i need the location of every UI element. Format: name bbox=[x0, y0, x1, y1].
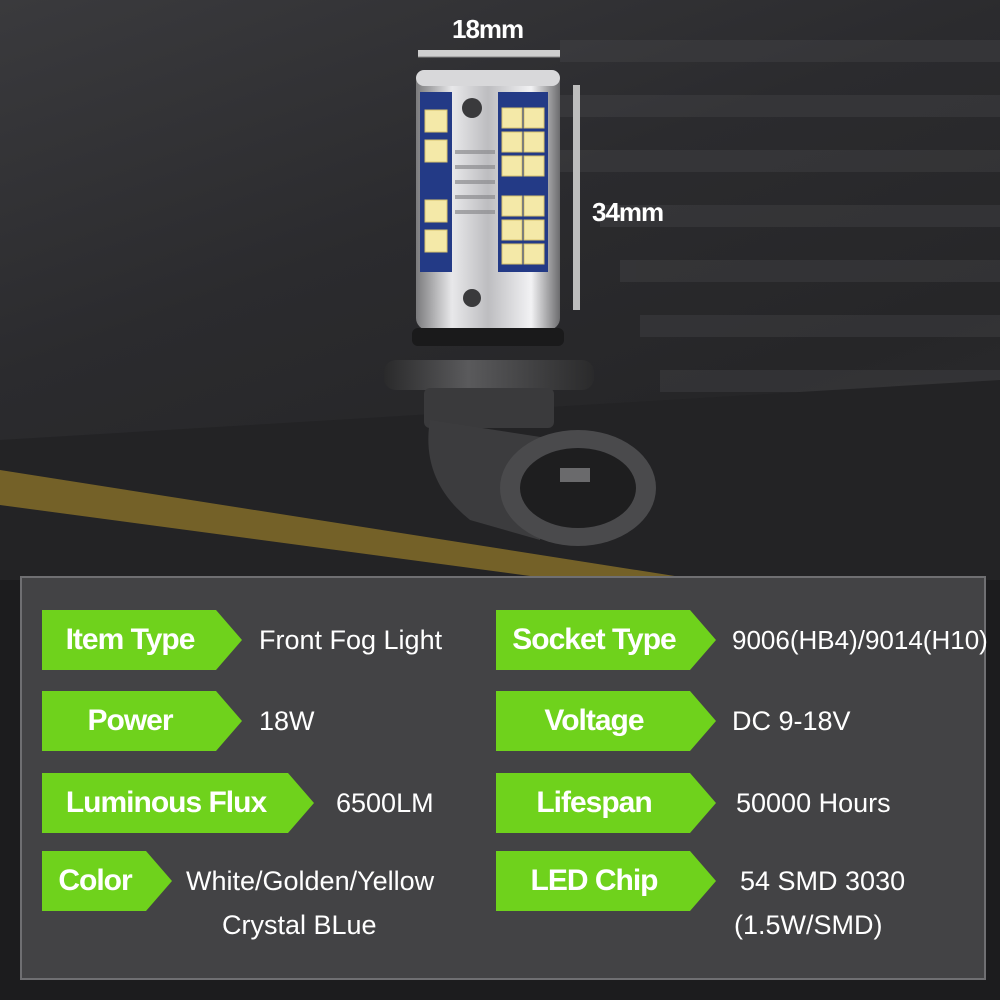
height-ruler bbox=[573, 85, 580, 310]
luminous-flux-tag: Luminous Flux bbox=[42, 773, 314, 833]
color-tag: Color bbox=[42, 851, 172, 911]
voltage-value: DC 9-18V bbox=[732, 706, 851, 736]
power-value: 18W bbox=[259, 706, 315, 736]
led-chip-value-line1: 54 SMD 3030 bbox=[740, 866, 906, 896]
power-tag: Power bbox=[42, 691, 242, 751]
width-ruler bbox=[418, 50, 560, 58]
voltage-tag: Voltage bbox=[496, 691, 716, 751]
bulb-body bbox=[416, 70, 560, 330]
item-type-tag: Item Type bbox=[42, 610, 242, 670]
color-value-line2: Crystal BLue bbox=[222, 910, 377, 940]
lifespan-value: 50000 Hours bbox=[736, 788, 891, 818]
item-type-value: Front Fog Light bbox=[259, 625, 443, 655]
led-chip-value-line2: (1.5W/SMD) bbox=[734, 910, 883, 940]
led-bulb-illustration bbox=[0, 40, 1000, 580]
footer-strip bbox=[0, 980, 1000, 1000]
height-dimension-label: 34mm bbox=[592, 197, 664, 227]
socket-type-tag: Socket Type bbox=[496, 610, 716, 670]
led-chip-tag: LED Chip bbox=[496, 851, 716, 911]
lifespan-tag: Lifespan bbox=[496, 773, 716, 833]
specifications-panel: Item Type Front Fog Light Socket Type 90… bbox=[20, 576, 988, 980]
color-value-line1: White/Golden/Yellow bbox=[186, 866, 435, 896]
product-hero: 18mm 34mm bbox=[0, 0, 1000, 580]
luminous-flux-value: 6500LM bbox=[336, 788, 434, 818]
width-dimension-label: 18mm bbox=[452, 14, 524, 44]
socket-type-value: 9006(HB4)/9014(H10) bbox=[732, 625, 988, 655]
